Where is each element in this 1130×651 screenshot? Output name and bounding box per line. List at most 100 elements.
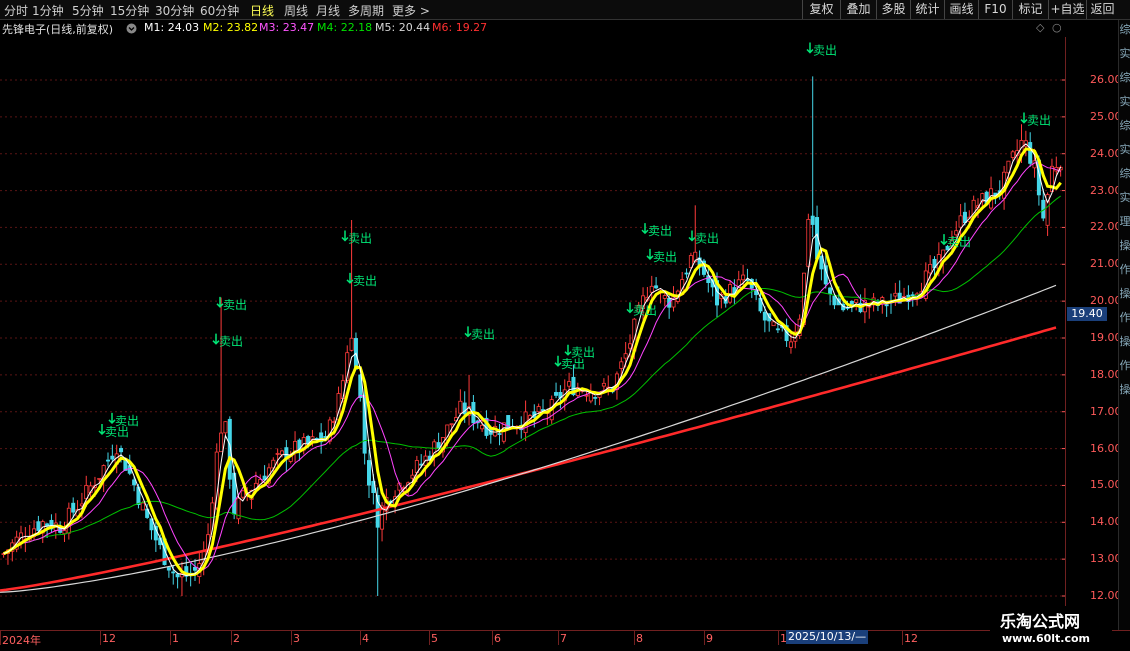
sell-signal-label: 卖出 xyxy=(219,335,243,349)
candle-body xyxy=(66,507,71,534)
candle-body xyxy=(1010,151,1015,158)
candlestick-chart[interactable]: 卖出卖出卖出卖出卖出卖出卖出卖出卖出卖出卖出卖出卖出卖出卖出卖出 xyxy=(0,37,1066,630)
candle-body xyxy=(958,215,963,228)
ma5-line xyxy=(0,284,1057,593)
candle xyxy=(697,250,702,276)
sell-signal-label: 卖出 xyxy=(695,231,719,245)
candle-body xyxy=(340,380,345,400)
add-watchlist-button[interactable]: +自选 xyxy=(1048,0,1086,19)
candle-body xyxy=(619,361,624,369)
ma4-line xyxy=(3,195,1061,555)
date-tick xyxy=(231,631,232,645)
candle xyxy=(989,176,994,210)
sell-signal-label: 卖出 xyxy=(633,303,657,317)
candle xyxy=(467,374,472,426)
sell-signal: 卖出 xyxy=(1020,112,1051,128)
period-tab-daily[interactable]: 日线 xyxy=(250,2,274,19)
side-panel[interactable]: 综实综实综实综实理操作操作操作操 xyxy=(1118,20,1130,630)
date-axis-label: 2024年 xyxy=(2,634,41,647)
price-axis-label: 18.00 xyxy=(1090,367,1122,381)
period-tab-5min[interactable]: 5分钟 xyxy=(72,2,104,19)
date-axis-label: 8 xyxy=(636,632,643,645)
candle xyxy=(214,443,219,511)
candle-body xyxy=(928,264,933,274)
circle-icon[interactable]: ○ xyxy=(1052,21,1062,34)
candle-body xyxy=(240,490,245,498)
candle xyxy=(284,440,289,472)
date-tick xyxy=(291,631,292,645)
candle xyxy=(1054,156,1059,175)
statistics-button[interactable]: 统计 xyxy=(910,0,944,19)
side-panel-char: 理 xyxy=(1119,215,1130,228)
candle xyxy=(867,304,872,319)
back-button[interactable]: 返回 xyxy=(1086,0,1118,19)
candle xyxy=(192,559,197,581)
period-tab-15min[interactable]: 15分钟 xyxy=(110,2,149,19)
candle xyxy=(179,561,184,596)
period-tab-1min[interactable]: 1分钟 xyxy=(32,2,64,19)
candle-body xyxy=(349,337,354,351)
price-axis-label: 12.00 xyxy=(1090,589,1122,602)
date-axis-label: 12 xyxy=(904,632,918,645)
date-tick xyxy=(360,631,361,645)
candle-body xyxy=(623,353,628,359)
moving-average-lines xyxy=(0,143,1062,593)
ma-label-m5: M5: 20.44 xyxy=(375,21,431,34)
candle-body xyxy=(1032,160,1037,169)
date-axis: 2024年121234567891012 xyxy=(0,630,1130,651)
sell-signal-label: 卖出 xyxy=(115,414,139,428)
candle-body xyxy=(279,450,284,456)
sell-signal-label: 卖出 xyxy=(648,224,672,238)
candle-body xyxy=(410,474,415,479)
period-toolbar: 分时 1分钟 5分钟 15分钟 30分钟 60分钟 日线 周线 月线 多周期 更… xyxy=(0,0,1130,20)
candle-body xyxy=(654,285,659,289)
candle xyxy=(293,431,298,463)
overlay-button[interactable]: 叠加 xyxy=(840,0,876,19)
ma3-line xyxy=(3,162,1061,570)
f10-button[interactable]: F10 xyxy=(978,0,1012,19)
candle-body xyxy=(788,341,793,348)
candle-body xyxy=(688,255,693,268)
period-tab-monthly[interactable]: 月线 xyxy=(316,2,340,19)
period-tab-timeshare[interactable]: 分时 xyxy=(4,2,28,19)
period-tab-30min[interactable]: 30分钟 xyxy=(155,2,194,19)
side-panel-char: 作 xyxy=(1119,263,1130,276)
candle-body xyxy=(175,573,180,578)
candle-body xyxy=(97,477,102,480)
sell-signal: 卖出 xyxy=(688,230,719,245)
candle xyxy=(493,415,498,438)
sell-signal: 卖出 xyxy=(464,326,495,341)
price-axis-label: 24.00 xyxy=(1090,146,1122,160)
date-tick xyxy=(170,631,171,645)
candle xyxy=(149,518,154,540)
date-axis-label: 3 xyxy=(293,632,300,645)
side-panel-char: 综 xyxy=(1119,119,1130,132)
sell-signal: 卖出 xyxy=(341,230,372,245)
candle-body xyxy=(166,567,171,571)
sell-signal-label: 卖出 xyxy=(353,274,377,288)
multi-stock-button[interactable]: 多股 xyxy=(876,0,910,19)
candle-body xyxy=(554,392,559,396)
candle-body xyxy=(593,397,598,399)
period-tab-multi[interactable]: 多周期 xyxy=(348,2,384,19)
period-tab-60min[interactable]: 60分钟 xyxy=(200,2,239,19)
candle-body xyxy=(366,460,371,486)
side-panel-char: 操 xyxy=(1119,287,1130,300)
date-tick xyxy=(100,631,101,645)
gear-icon[interactable] xyxy=(126,23,137,37)
sell-signal: 卖出 xyxy=(641,223,672,238)
candle-body xyxy=(819,255,824,270)
side-panel-char: 综 xyxy=(1119,167,1130,180)
candle xyxy=(436,432,441,450)
candle xyxy=(810,76,815,238)
candle-body xyxy=(192,566,197,571)
period-tab-weekly[interactable]: 周线 xyxy=(284,2,308,19)
candle-body xyxy=(223,421,228,434)
period-tab-more[interactable]: 更多 > xyxy=(392,2,430,19)
adjust-button[interactable]: 复权 xyxy=(802,0,840,19)
candle-body xyxy=(762,311,767,321)
draw-line-button[interactable]: 画线 xyxy=(944,0,978,19)
candle xyxy=(584,391,589,402)
diamond-icon[interactable]: ◇ xyxy=(1036,21,1044,34)
mark-button[interactable]: 标记 xyxy=(1012,0,1048,19)
